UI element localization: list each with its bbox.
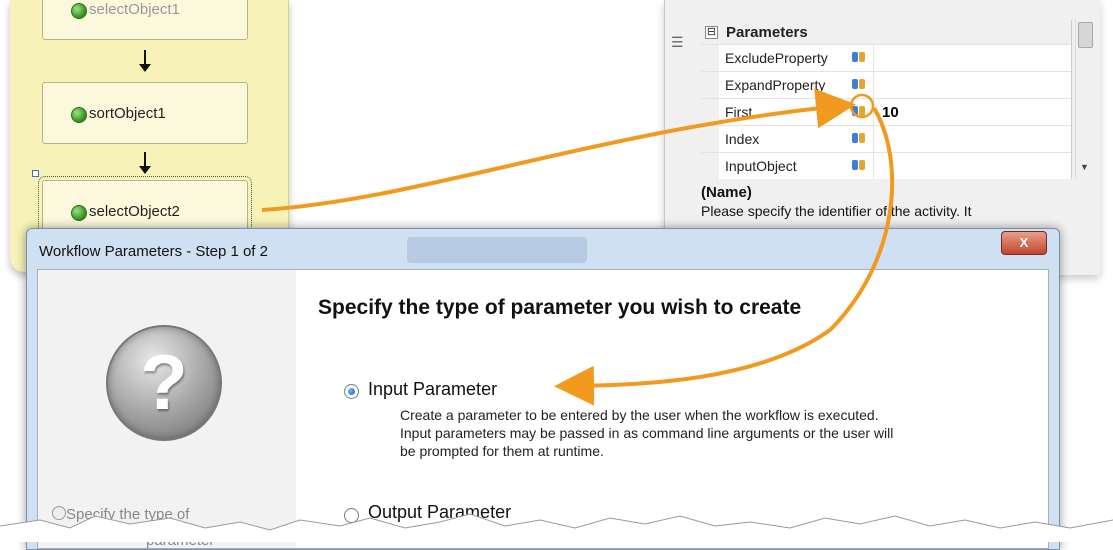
- property-row[interactable]: Index: [701, 125, 1071, 152]
- property-row[interactable]: First 10: [701, 98, 1071, 125]
- background-window-tab: [407, 237, 587, 263]
- description-line: Input parameters may be passed in as com…: [400, 425, 894, 441]
- property-name: First: [719, 99, 874, 125]
- property-name-text: ExcludeProperty: [725, 50, 828, 66]
- bind-icon[interactable]: [852, 160, 865, 170]
- description-pane: (Name) Please specify the identifier of …: [701, 184, 1071, 219]
- wizard-heading: Specify the type of parameter you wish t…: [318, 296, 802, 319]
- description-line: Create a parameter to be entered by the …: [400, 407, 879, 423]
- property-value[interactable]: [874, 45, 1071, 71]
- input-parameter-radio[interactable]: [344, 384, 359, 399]
- row-indent: [701, 72, 719, 98]
- bind-icon[interactable]: [852, 133, 865, 143]
- property-name: Index: [719, 126, 874, 152]
- activity-label: selectObject1: [89, 1, 180, 18]
- property-name-text: InputObject: [725, 158, 797, 174]
- row-indent: [701, 153, 719, 179]
- property-row[interactable]: ExpandProperty: [701, 71, 1071, 98]
- list-icon[interactable]: ☰: [671, 34, 684, 51]
- category-label: Parameters: [726, 23, 808, 41]
- activity-label: sortObject1: [89, 105, 166, 122]
- input-parameter-description: Create a parameter to be entered by the …: [400, 406, 1040, 460]
- bind-icon[interactable]: [852, 79, 865, 89]
- activity-sort-object-1[interactable]: sortObject1: [42, 82, 248, 144]
- description-line: be prompted for them at runtime.: [400, 443, 604, 459]
- selection-handle[interactable]: [32, 170, 39, 177]
- property-table: ⊟ Parameters ExcludeProperty ExpandPrope…: [701, 20, 1072, 179]
- property-row[interactable]: InputObject: [701, 152, 1071, 179]
- property-name-text: Index: [725, 131, 760, 147]
- row-indent: [701, 99, 719, 125]
- torn-edge-decoration: [0, 513, 1113, 542]
- bind-icon[interactable]: [852, 106, 865, 116]
- property-name: ExpandProperty: [719, 72, 874, 98]
- collapse-icon[interactable]: ⊟: [705, 25, 718, 39]
- input-parameter-label[interactable]: Input Parameter: [368, 379, 497, 400]
- row-indent: [701, 126, 719, 152]
- activity-label: selectObject2: [89, 203, 180, 220]
- property-value[interactable]: [874, 153, 1071, 179]
- dialog-title: Workflow Parameters - Step 1 of 2: [39, 243, 268, 260]
- property-name-text: ExpandProperty: [725, 77, 826, 93]
- flow-arrow-icon: [139, 50, 151, 72]
- close-button[interactable]: X: [1001, 231, 1047, 255]
- property-name: ExcludeProperty: [719, 45, 874, 71]
- flow-arrow-icon: [139, 152, 151, 174]
- activity-icon: [71, 107, 87, 123]
- property-value[interactable]: 10: [874, 99, 1071, 125]
- property-name: InputObject: [719, 153, 874, 179]
- bind-icon[interactable]: [852, 52, 865, 62]
- activity-select-object-1[interactable]: selectObject1: [42, 0, 248, 40]
- row-indent: [701, 45, 719, 71]
- description-text: Please specify the identifier of the act…: [701, 203, 972, 219]
- activity-icon: [71, 3, 87, 19]
- help-question-icon: ?: [106, 325, 222, 441]
- vertical-scrollbar[interactable]: ▼: [1075, 20, 1094, 178]
- scroll-down-icon[interactable]: ▼: [1080, 162, 1089, 172]
- property-value[interactable]: [874, 72, 1071, 98]
- activity-icon: [71, 205, 87, 221]
- property-row[interactable]: ExcludeProperty: [701, 44, 1071, 71]
- scrollbar-thumb[interactable]: [1078, 22, 1093, 48]
- category-parameters[interactable]: ⊟ Parameters: [701, 20, 1071, 44]
- description-title: (Name): [701, 184, 752, 201]
- property-name-text: First: [725, 104, 753, 120]
- property-value[interactable]: [874, 126, 1071, 152]
